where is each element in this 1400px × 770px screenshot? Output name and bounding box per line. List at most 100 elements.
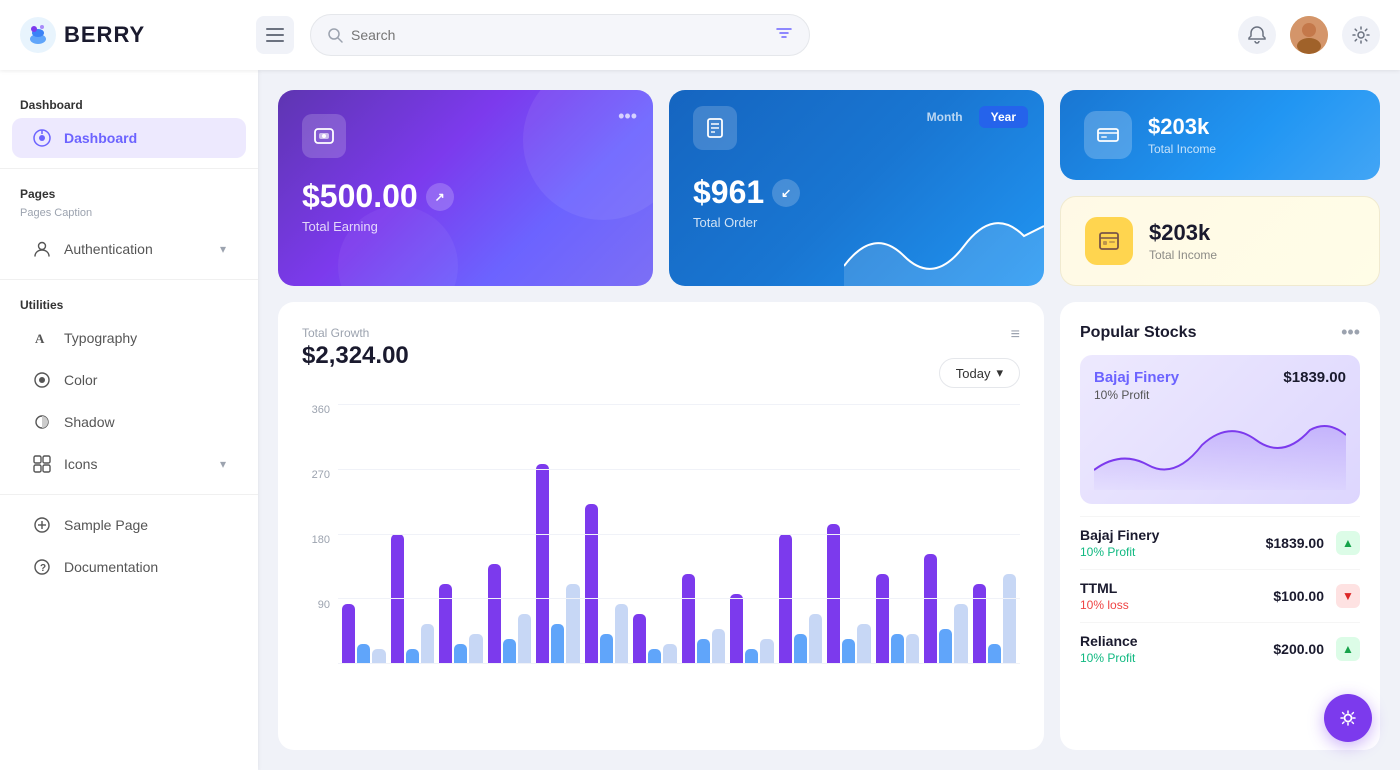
bar-purple (779, 534, 792, 664)
bar-group (876, 574, 920, 664)
earning-card-icon (302, 114, 346, 158)
avatar[interactable] (1290, 16, 1328, 54)
bar-purple (924, 554, 937, 664)
bar-purple (391, 534, 404, 664)
order-card: Month Year $961 ↙ Total Order (669, 90, 1044, 286)
stocks-card: Popular Stocks ••• Bajaj Finery $1839.00… (1060, 302, 1380, 750)
sidebar-item-icons[interactable]: Icons ▾ (12, 444, 246, 484)
documentation-icon: ? (32, 557, 52, 577)
notification-button[interactable] (1238, 16, 1276, 54)
sidebar-item-sample-page[interactable]: Sample Page (12, 505, 246, 545)
bar-purple (827, 524, 840, 664)
bar-light (809, 614, 822, 664)
income-yellow-label: Total Income (1149, 248, 1217, 262)
sidebar-item-documentation[interactable]: ? Documentation (12, 547, 246, 587)
stock-price: $100.00 (1273, 588, 1324, 604)
bar-purple (682, 574, 695, 664)
bar-purple (585, 504, 598, 664)
fab-button[interactable] (1324, 694, 1372, 742)
year-button[interactable]: Year (979, 106, 1028, 128)
bar-blue (648, 649, 661, 664)
chart-total-amount: $2,324.00 (302, 342, 409, 370)
menu-button[interactable] (256, 16, 294, 54)
svg-text:?: ? (40, 563, 46, 574)
sidebar-item-dashboard[interactable]: Dashboard (12, 118, 246, 158)
search-bar (310, 14, 810, 56)
dashboard-label: Dashboard (64, 130, 137, 146)
header: BERRY (0, 0, 1400, 70)
stock-list-item[interactable]: Bajaj Finery10% Profit$1839.00▲ (1080, 516, 1360, 569)
order-card-icon (693, 106, 737, 150)
shadow-label: Shadow (64, 414, 115, 430)
featured-stock-name: Bajaj Finery (1094, 369, 1179, 386)
bar-light (518, 614, 531, 664)
bar-purple (876, 574, 889, 664)
bar-group (827, 524, 871, 664)
month-year-toggle: Month Year (915, 106, 1028, 128)
chart-header: Total Growth $2,324.00 ≡ Today ▾ (302, 326, 1020, 388)
featured-stock-profit: 10% Profit (1094, 388, 1346, 402)
stock-list-item[interactable]: Reliance10% Profit$200.00▲ (1080, 622, 1360, 675)
stock-profit: 10% loss (1080, 598, 1129, 612)
typography-icon: A (32, 328, 52, 348)
dropdown-arrow: ▾ (996, 365, 1003, 381)
filter-icon[interactable] (775, 25, 793, 46)
bar-blue (891, 634, 904, 664)
sidebar-item-authentication[interactable]: Authentication ▾ (12, 229, 246, 269)
bar-blue (503, 639, 516, 664)
earning-card-menu[interactable]: ••• (618, 106, 637, 127)
svg-text:A: A (35, 331, 45, 346)
settings-button[interactable] (1342, 16, 1380, 54)
stock-featured-chart (1094, 410, 1346, 490)
today-button[interactable]: Today ▾ (939, 358, 1020, 388)
stocks-menu-icon[interactable]: ••• (1341, 322, 1360, 343)
bar-blue (988, 644, 1001, 664)
sidebar-item-typography[interactable]: A Typography (12, 318, 246, 358)
bar-light (906, 634, 919, 664)
sidebar-item-shadow[interactable]: Shadow (12, 402, 246, 442)
header-right (1238, 16, 1380, 54)
income-blue-amount: $203k (1148, 114, 1216, 140)
bar-purple (488, 564, 501, 664)
income-yellow-card: $203k Total Income (1060, 196, 1380, 286)
income-blue-card: $203k Total Income (1060, 90, 1380, 180)
bar-purple (730, 594, 743, 664)
income-blue-icon (1084, 111, 1132, 159)
income-yellow-info: $203k Total Income (1149, 220, 1217, 262)
stock-profit: 10% Profit (1080, 651, 1138, 665)
bar-blue (406, 649, 419, 664)
bar-group (924, 554, 968, 664)
bar-light (615, 604, 628, 664)
color-label: Color (64, 372, 97, 388)
bar-group (488, 564, 532, 664)
bar-light (857, 624, 870, 664)
bar-group (585, 504, 629, 664)
month-button[interactable]: Month (915, 106, 975, 128)
icons-label: Icons (64, 456, 97, 472)
bar-group (342, 604, 386, 664)
bar-group (633, 614, 677, 664)
stock-name: Reliance (1080, 633, 1138, 649)
stock-price: $1839.00 (1266, 535, 1324, 551)
typography-label: Typography (64, 330, 137, 346)
sidebar-item-color[interactable]: Color (12, 360, 246, 400)
bar-purple (536, 464, 549, 664)
trend-up-badge: ▲ (1336, 531, 1360, 555)
trend-up-badge: ▲ (1336, 637, 1360, 661)
chart-menu-icon[interactable]: ≡ (1011, 326, 1020, 344)
pages-caption: Pages Caption (0, 205, 258, 227)
earning-amount: $500.00 ↗ (302, 178, 629, 215)
bar-purple (439, 584, 452, 664)
auth-icon (32, 239, 52, 259)
stock-list-item[interactable]: TTML10% loss$100.00▼ (1080, 569, 1360, 622)
bar-chart (338, 404, 1020, 664)
bar-blue (454, 644, 467, 664)
icons-icon (32, 454, 52, 474)
bar-light (954, 604, 967, 664)
documentation-label: Documentation (64, 559, 158, 575)
earning-label: Total Earning (302, 219, 629, 234)
earning-trend-icon: ↗ (426, 183, 454, 211)
logo-area: BERRY (20, 17, 240, 53)
search-input[interactable] (351, 27, 767, 43)
bell-icon (1247, 25, 1267, 45)
